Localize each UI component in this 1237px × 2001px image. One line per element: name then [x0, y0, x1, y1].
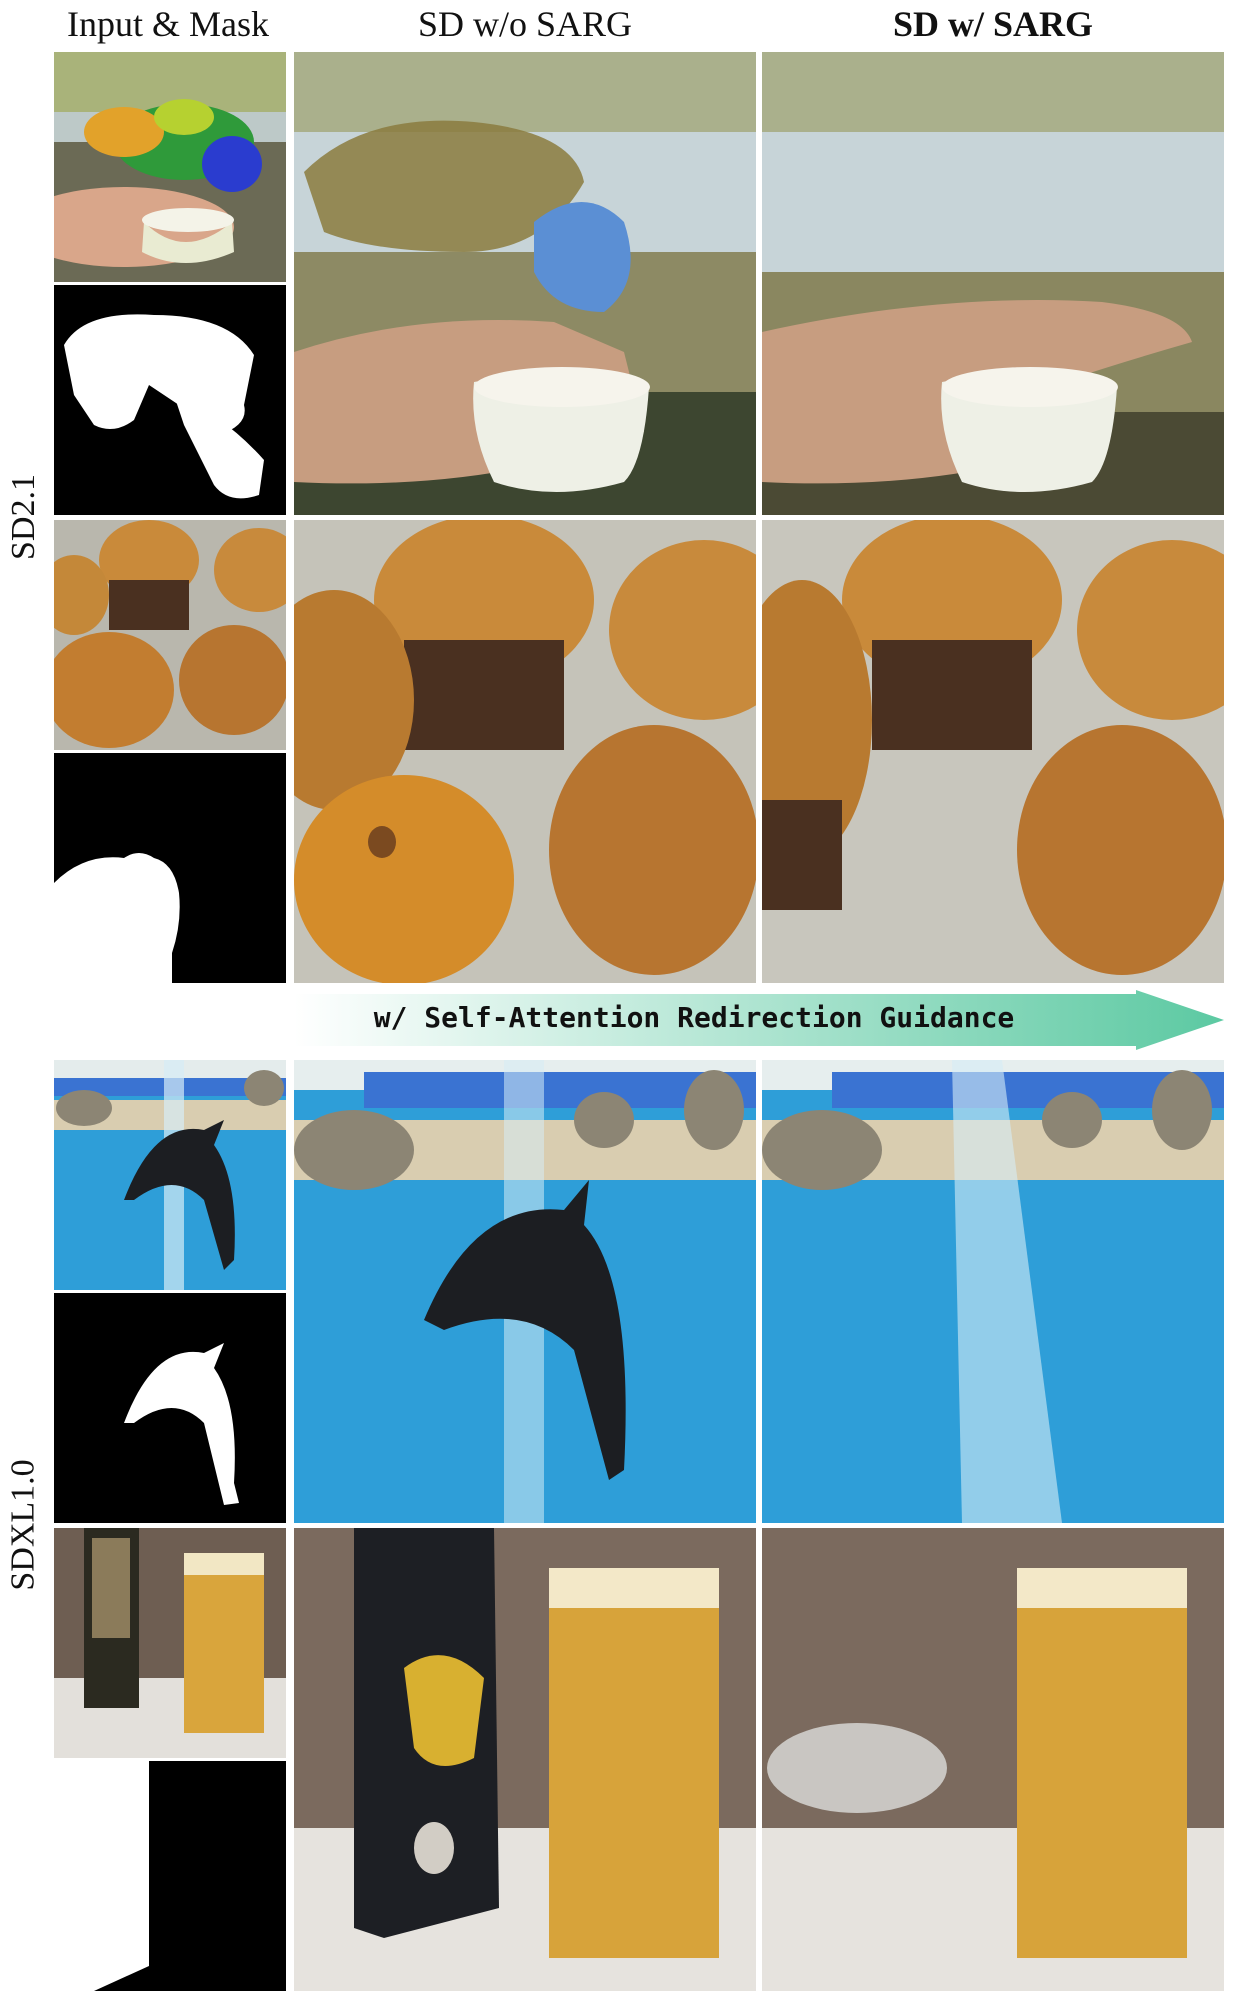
mask-image-dolphin — [54, 1293, 286, 1523]
result-without-sarg-beer — [294, 1528, 756, 1991]
column-header-without-sarg: SD w/o SARG — [417, 4, 633, 44]
row-label-sdxl: SDXL1.0 — [5, 1459, 43, 1591]
result-without-sarg-dolphin — [294, 1060, 756, 1523]
result-with-sarg-beer — [762, 1528, 1224, 1991]
mask-image-beer — [54, 1761, 286, 1991]
result-with-sarg-parrot — [762, 52, 1224, 515]
result-without-sarg-parrot — [294, 52, 756, 515]
input-image-dolphin — [54, 1060, 286, 1290]
row-label-sd21: SD2.1 — [5, 474, 42, 560]
input-image-parrot — [54, 52, 286, 282]
guidance-label: w/ Self-Attention Redirection Guidance — [373, 1001, 1015, 1034]
mask-image-muffins — [54, 753, 286, 983]
result-with-sarg-dolphin — [762, 1060, 1224, 1523]
mask-image-parrot — [54, 285, 286, 515]
result-without-sarg-muffins — [294, 520, 756, 983]
column-header-with-sarg: SD w/ SARG — [892, 4, 1094, 44]
result-with-sarg-muffins — [762, 520, 1224, 983]
column-header-input-mask: Input & Mask — [67, 4, 269, 44]
input-image-beer — [54, 1528, 286, 1758]
input-image-muffins — [54, 520, 286, 750]
